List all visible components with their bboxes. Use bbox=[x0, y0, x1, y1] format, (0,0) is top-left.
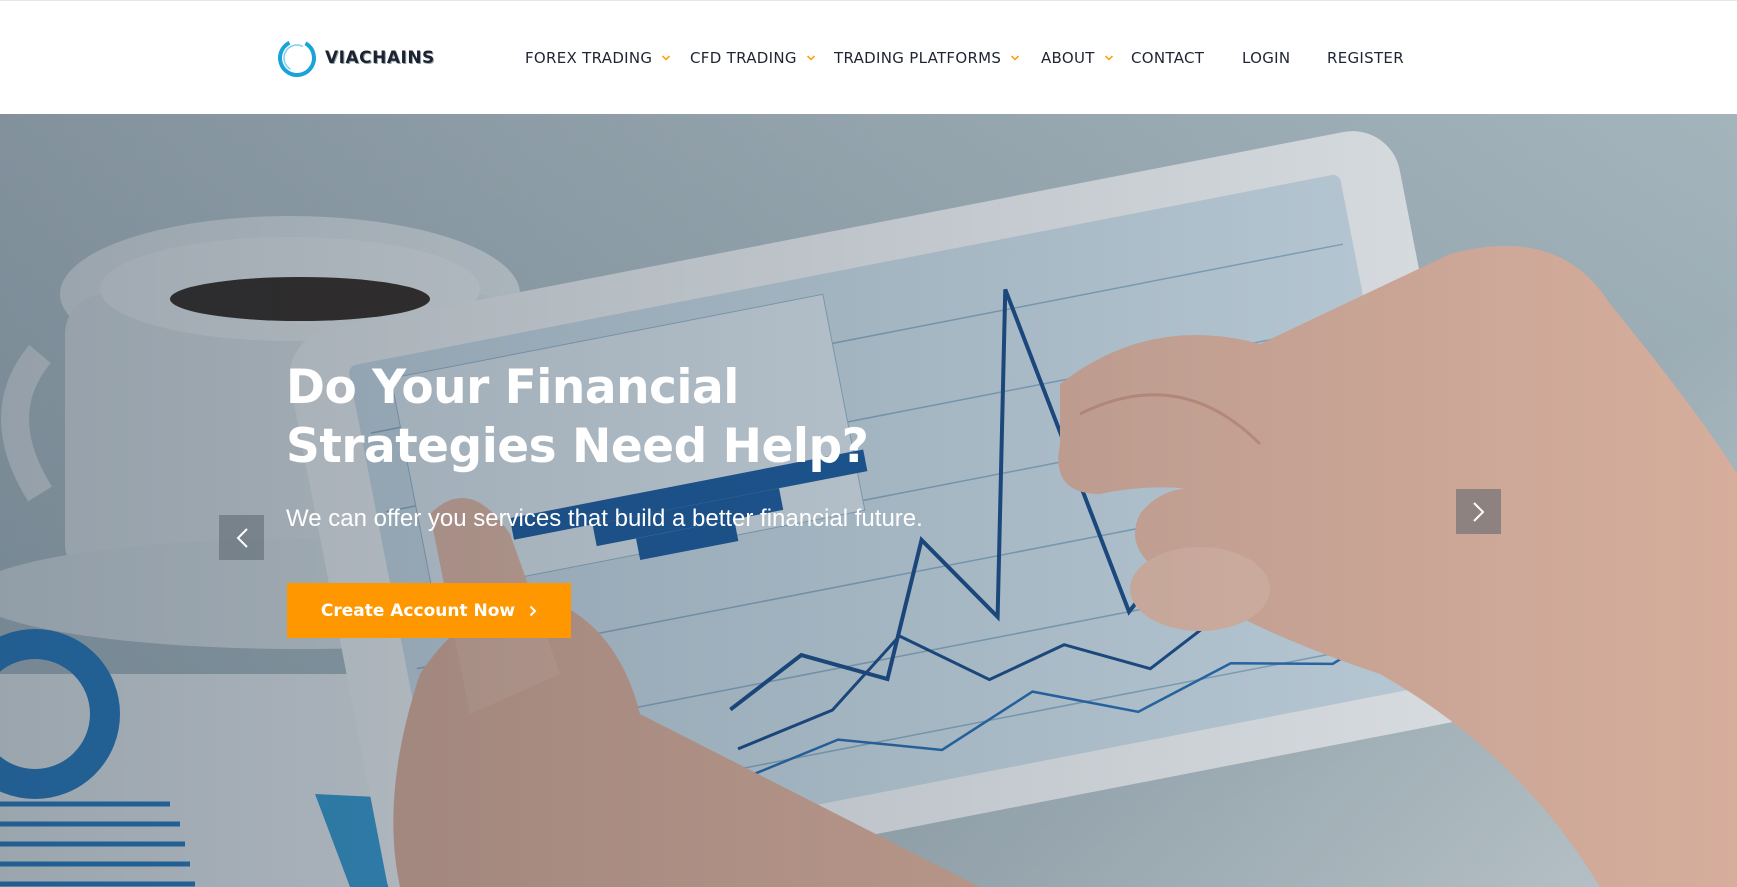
nav-contact[interactable]: CONTACT bbox=[1131, 49, 1204, 67]
nav-label: ABOUT bbox=[1041, 49, 1095, 67]
nav-label: TRADING PLATFORMS bbox=[834, 49, 1002, 67]
chevron-right-icon bbox=[529, 605, 537, 617]
chevron-down-icon bbox=[1010, 53, 1020, 63]
nav-login[interactable]: LOGIN bbox=[1242, 49, 1290, 67]
brand-logo[interactable]: VIACHAINS bbox=[275, 36, 435, 80]
slider-next-button[interactable] bbox=[1456, 489, 1501, 534]
nav-forex-trading[interactable]: FOREX TRADING bbox=[525, 49, 671, 67]
nav-label: LOGIN bbox=[1242, 49, 1291, 67]
hero-slider: Do Your Financial Strategies Need Help? … bbox=[0, 114, 1737, 887]
hero-title: Do Your Financial Strategies Need Help? bbox=[286, 358, 986, 476]
logo-ring-icon bbox=[275, 36, 319, 80]
hero-subtitle: We can offer you services that build a b… bbox=[286, 505, 923, 532]
nav-label: REGISTER bbox=[1327, 49, 1404, 67]
site-header: VIACHAINS FOREX TRADING CFD TRADING TRAD… bbox=[0, 0, 1737, 114]
chevron-left-icon bbox=[235, 527, 249, 549]
create-account-button[interactable]: Create Account Now bbox=[287, 583, 571, 638]
brand-name: VIACHAINS bbox=[325, 48, 435, 68]
hero-title-line-1: Do Your Financial bbox=[286, 360, 739, 415]
nav-trading-platforms[interactable]: TRADING PLATFORMS bbox=[834, 49, 1020, 67]
nav-label: CONTACT bbox=[1131, 49, 1205, 67]
nav-label: FOREX TRADING bbox=[525, 49, 653, 67]
chevron-down-icon bbox=[806, 53, 816, 63]
chevron-right-icon bbox=[1472, 501, 1486, 523]
hero-title-line-2: Strategies Need Help? bbox=[286, 419, 869, 474]
nav-register[interactable]: REGISTER bbox=[1327, 49, 1404, 67]
chevron-down-icon bbox=[661, 53, 671, 63]
slider-prev-button[interactable] bbox=[219, 515, 264, 560]
nav-about[interactable]: ABOUT bbox=[1041, 49, 1114, 67]
nav-cfd-trading[interactable]: CFD TRADING bbox=[690, 49, 816, 67]
nav-label: CFD TRADING bbox=[690, 49, 797, 67]
create-account-label: Create Account Now bbox=[320, 600, 516, 621]
chevron-down-icon bbox=[1104, 53, 1114, 63]
